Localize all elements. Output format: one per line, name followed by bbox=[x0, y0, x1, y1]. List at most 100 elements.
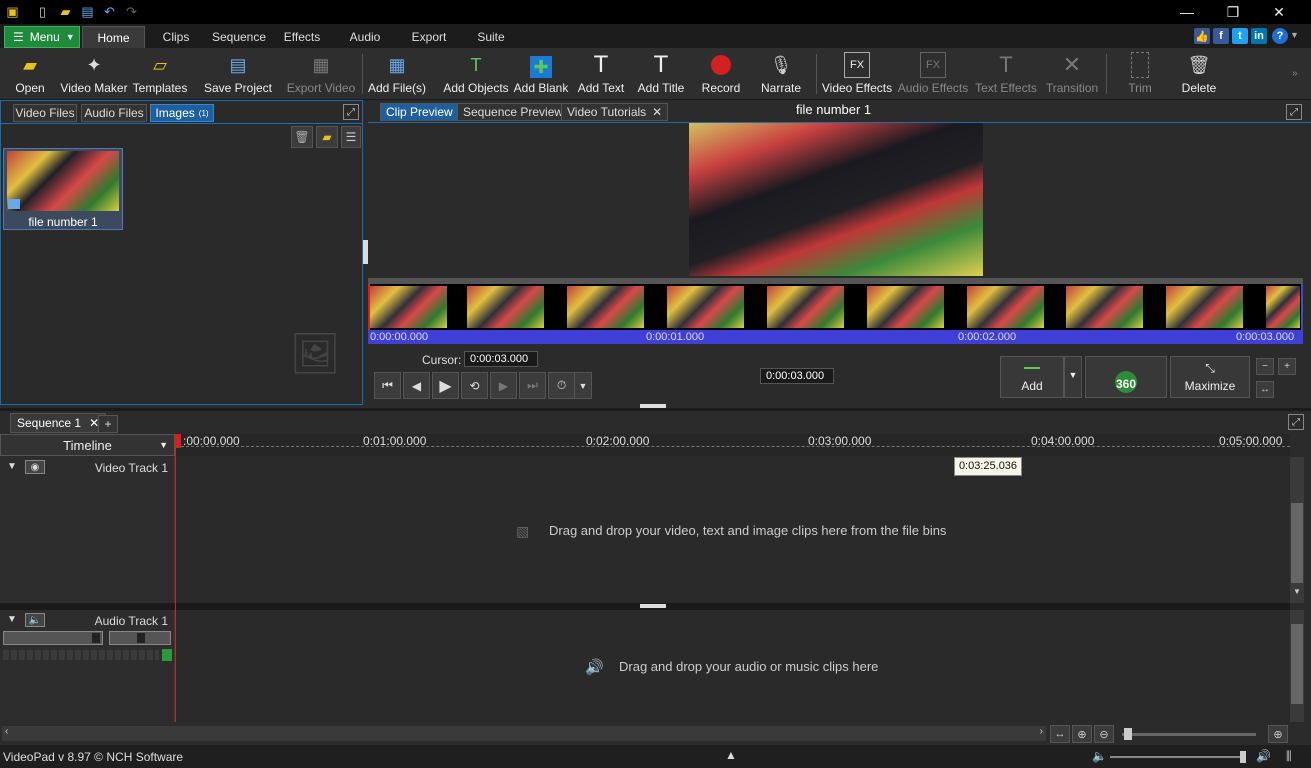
add-files-button[interactable]: ▦ Add File(s) bbox=[368, 50, 426, 98]
delete-button[interactable]: 🗑 Delete bbox=[1176, 50, 1222, 98]
redo-icon[interactable]: ↷ bbox=[123, 3, 140, 20]
new-icon[interactable]: ▯ bbox=[34, 3, 51, 20]
bin-item[interactable]: file number 1 bbox=[3, 148, 123, 230]
timeline-ruler[interactable]: Timeline ▼ :00:00.000 0:01:00.000 0:02:00… bbox=[0, 434, 1290, 456]
speed-icon[interactable]: ⏱ bbox=[548, 372, 575, 399]
fit-width-icon[interactable]: ↔ bbox=[1256, 381, 1274, 398]
transition-button[interactable]: ✕ Transition bbox=[1044, 50, 1100, 98]
zoom-in-icon[interactable]: ⊕ bbox=[1268, 725, 1288, 743]
play-icon[interactable]: ▶ bbox=[432, 372, 459, 399]
app-icon[interactable]: ▣ bbox=[4, 3, 21, 20]
menu-button[interactable]: ☰ Menu ▼ bbox=[4, 26, 80, 48]
record-button[interactable]: Record bbox=[698, 50, 744, 98]
facebook-icon[interactable]: f bbox=[1213, 28, 1229, 44]
add-text-button[interactable]: T Add Text bbox=[576, 50, 626, 98]
narrate-button[interactable]: 🎙 Narrate bbox=[758, 50, 804, 98]
maximize-button[interactable]: ⤡ Maximize bbox=[1170, 356, 1250, 398]
tab-export[interactable]: Export bbox=[404, 26, 454, 48]
zoom-fit-icon[interactable]: ⊕ bbox=[1072, 725, 1092, 743]
video-track[interactable]: ▼ ◉ Video Track 1 ▧ Drag and drop your v… bbox=[0, 457, 1290, 603]
skip-end-icon[interactable]: ⏭ bbox=[519, 372, 546, 399]
video-track-scrollbar[interactable]: ▼ bbox=[1290, 457, 1304, 603]
open-button[interactable]: ▰ Open bbox=[8, 50, 52, 98]
undock-icon[interactable]: ⤢ bbox=[1288, 414, 1304, 430]
add-sequence-button[interactable]: + bbox=[98, 415, 118, 433]
linkedin-icon[interactable]: in bbox=[1251, 28, 1267, 44]
fit-timeline-icon[interactable]: ↔ bbox=[1050, 725, 1070, 743]
volume-slider[interactable] bbox=[3, 631, 103, 645]
tab-clip-preview[interactable]: Clip Preview bbox=[380, 103, 459, 121]
volume-high-icon[interactable]: 🔊 bbox=[1256, 749, 1271, 763]
zoom-slider[interactable] bbox=[1122, 728, 1256, 740]
save-project-button[interactable]: ▤ Save Project bbox=[204, 50, 272, 98]
expand-up-icon[interactable]: ▲ bbox=[725, 748, 737, 762]
toolbar-overflow-icon[interactable]: » bbox=[1292, 68, 1298, 79]
undock-icon[interactable]: ⤢ bbox=[1286, 104, 1302, 120]
open-icon[interactable]: ▰ bbox=[57, 3, 74, 20]
undock-icon[interactable]: ⤢ bbox=[343, 104, 359, 120]
tab-sequence[interactable]: Sequence bbox=[206, 26, 272, 48]
zoom-in-icon[interactable]: + bbox=[1278, 358, 1296, 375]
volume-low-icon[interactable]: 🔈 bbox=[1092, 749, 1107, 763]
templates-button[interactable]: ▱ Templates bbox=[132, 50, 188, 98]
timeline-mode-select[interactable]: Timeline ▼ bbox=[0, 434, 175, 456]
close-button[interactable]: ✕ bbox=[1256, 0, 1302, 24]
close-icon[interactable]: ✕ bbox=[652, 105, 662, 119]
undo-icon[interactable]: ↶ bbox=[101, 3, 118, 20]
cursor-time-field[interactable]: 0:00:03.000 bbox=[464, 351, 538, 367]
playhead-line[interactable] bbox=[175, 448, 176, 722]
360-button[interactable]: 360 bbox=[1085, 356, 1167, 398]
trim-button[interactable]: Trim bbox=[1120, 50, 1160, 98]
tab-audio[interactable]: Audio bbox=[340, 26, 390, 48]
master-volume-slider[interactable] bbox=[1110, 751, 1246, 763]
tab-effects[interactable]: Effects bbox=[276, 26, 328, 48]
audio-track-scrollbar[interactable] bbox=[1290, 610, 1304, 722]
add-objects-button[interactable]: T Add Objects bbox=[443, 50, 508, 98]
add-dropdown-icon[interactable]: ▼ bbox=[1064, 356, 1082, 398]
tab-audio-files[interactable]: Audio Files bbox=[81, 104, 147, 122]
step-forward-icon[interactable]: ▶ bbox=[490, 372, 517, 399]
trash-icon[interactable]: 🗑 bbox=[291, 126, 313, 148]
pan-slider[interactable] bbox=[109, 631, 171, 645]
playhead-marker[interactable] bbox=[175, 434, 181, 448]
add-blank-button[interactable]: ✚ Add Blank bbox=[514, 50, 568, 98]
tab-video-files[interactable]: Video Files bbox=[13, 104, 77, 122]
add-title-button[interactable]: T Add Title bbox=[636, 50, 686, 98]
video-maker-button[interactable]: ✦ Video Maker bbox=[60, 50, 127, 98]
tab-images[interactable]: Images (1) bbox=[150, 104, 214, 122]
audio-effects-button[interactable]: FX Audio Effects bbox=[898, 50, 968, 98]
new-folder-icon[interactable]: ▰ bbox=[316, 126, 338, 148]
export-video-button[interactable]: ▦ Export Video bbox=[287, 50, 356, 98]
help-icon[interactable]: ? bbox=[1272, 28, 1288, 44]
text-effects-button[interactable]: T Text Effects bbox=[974, 50, 1038, 98]
audio-track[interactable]: ▼ 🔈 Audio Track 1 🔊 Drag and drop your a… bbox=[0, 610, 1290, 722]
speed-dropdown-icon[interactable]: ▼ bbox=[574, 372, 592, 399]
video-effects-button[interactable]: FX Video Effects bbox=[822, 50, 892, 98]
tab-sequence-1[interactable]: Sequence 1 ✕ bbox=[10, 413, 107, 433]
eye-icon[interactable]: ◉ bbox=[25, 460, 45, 474]
equalizer-icon[interactable]: ⫼ bbox=[1286, 749, 1292, 764]
timeline-hscroll[interactable]: ‹ › bbox=[2, 726, 1046, 741]
like-icon[interactable]: 👍 bbox=[1194, 28, 1210, 44]
restore-button[interactable]: ❐ bbox=[1210, 0, 1256, 24]
tab-suite[interactable]: Suite bbox=[468, 26, 514, 48]
help-dropdown-icon[interactable]: ▼ bbox=[1290, 30, 1299, 40]
zoom-out-icon[interactable]: − bbox=[1256, 358, 1274, 375]
clip-timeline-bar[interactable] bbox=[368, 330, 1303, 344]
save-icon[interactable]: ▤ bbox=[79, 3, 96, 20]
speaker-icon[interactable]: 🔈 bbox=[25, 613, 45, 627]
track-splitter[interactable] bbox=[640, 604, 666, 608]
tab-video-tutorials[interactable]: Video Tutorials ✕ bbox=[561, 103, 669, 121]
tab-home[interactable]: Home bbox=[82, 26, 145, 48]
minimize-button[interactable]: — bbox=[1164, 0, 1210, 24]
video-preview[interactable] bbox=[689, 123, 983, 276]
list-view-icon[interactable]: ☰ bbox=[341, 126, 361, 148]
collapse-icon[interactable]: ▼ bbox=[7, 614, 17, 625]
step-back-icon[interactable]: ◀ bbox=[403, 372, 430, 399]
twitter-icon[interactable]: t bbox=[1232, 28, 1248, 44]
collapse-icon[interactable]: ▼ bbox=[7, 461, 17, 472]
loop-icon[interactable]: ⟲ bbox=[461, 372, 488, 399]
tab-sequence-preview[interactable]: Sequence Preview bbox=[457, 103, 570, 121]
skip-start-icon[interactable]: ⏮ bbox=[374, 372, 401, 399]
zoom-out-icon[interactable]: ⊖ bbox=[1094, 725, 1114, 743]
